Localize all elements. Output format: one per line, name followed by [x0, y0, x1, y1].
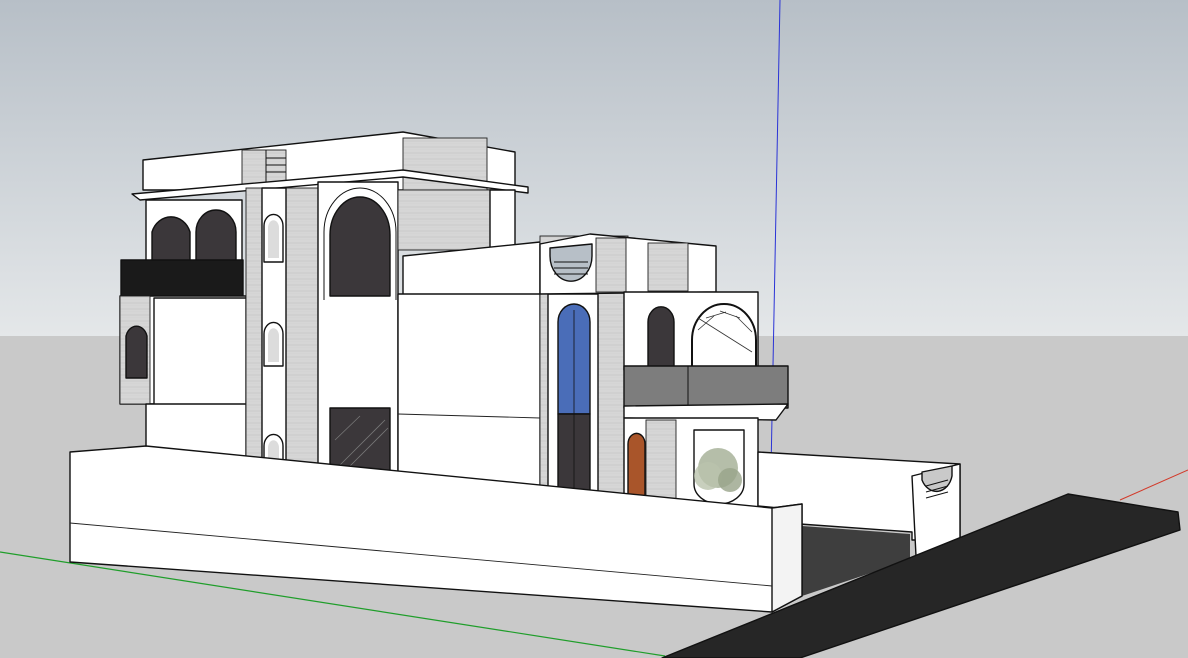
- arched-window-middle-left: [125, 325, 148, 379]
- parapet-stone: [595, 237, 627, 293]
- wooden-door: [627, 432, 646, 501]
- tall-arched-window: [329, 196, 391, 297]
- stone-panel-right: [397, 189, 491, 251]
- tree-foliage: [718, 468, 742, 492]
- arched-window-left-1: [151, 216, 191, 263]
- glass-balcony-railing: [623, 365, 789, 409]
- small-arch-window-2-glass: [268, 328, 279, 362]
- tree-foliage: [694, 462, 722, 490]
- right-block-wall: [397, 293, 541, 495]
- arched-window-left-2: [195, 209, 237, 263]
- balcony-glass-railing: [120, 259, 244, 297]
- white-pier-right: [489, 189, 516, 249]
- pavilion-stone: [645, 419, 677, 507]
- sketchup-viewport[interactable]: [0, 0, 1188, 658]
- pavilion-arched-window: [647, 306, 675, 371]
- small-arch-window-1-glass: [268, 220, 279, 258]
- wall-end-face: [771, 503, 803, 613]
- parapet-stone-2: [647, 242, 689, 292]
- projecting-box: [153, 297, 247, 407]
- 3d-model-scene[interactable]: [0, 0, 1188, 658]
